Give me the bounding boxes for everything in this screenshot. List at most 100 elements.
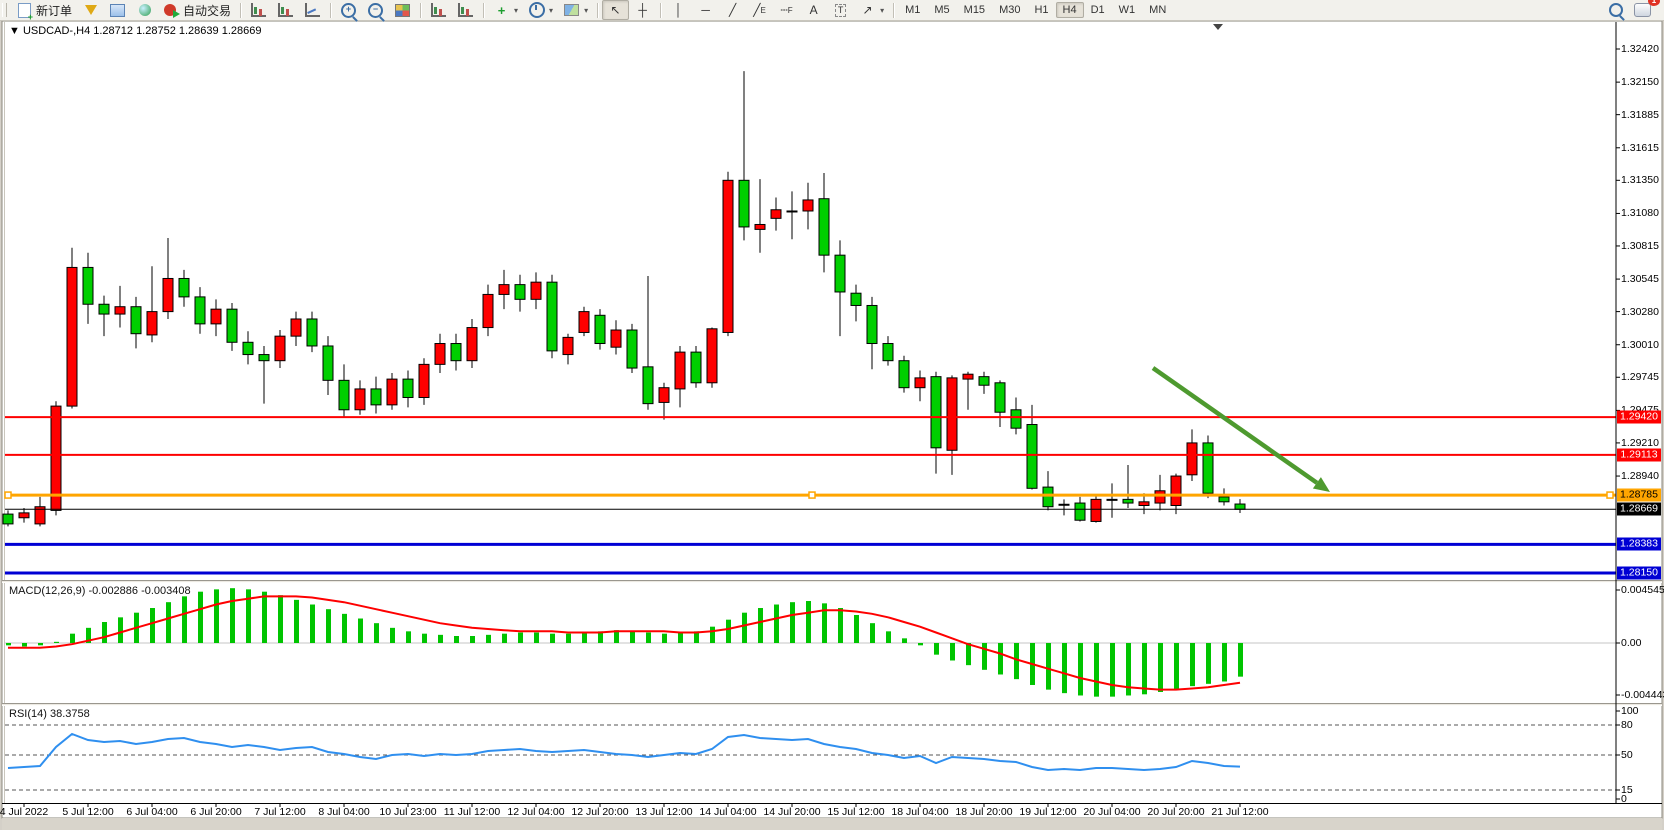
funnel-icon — [82, 2, 99, 18]
chart-shift-button[interactable] — [452, 0, 479, 20]
macd-histogram-bar — [566, 634, 571, 643]
candle-body — [691, 352, 701, 383]
candle-body — [867, 305, 877, 343]
candle-body — [83, 267, 93, 304]
time-axis-label: 13 Jul 12:00 — [635, 806, 692, 818]
candlestick-chart-button[interactable] — [272, 0, 299, 20]
macd-histogram-bar — [294, 600, 299, 643]
line-handle[interactable] — [809, 492, 815, 498]
candle-body — [547, 282, 557, 351]
candle-body — [1123, 499, 1133, 503]
price-marker-label[interactable]: 1.28150 — [1617, 566, 1661, 579]
news-button[interactable] — [131, 0, 158, 20]
text-tool-button[interactable]: A — [800, 0, 827, 20]
arrows-tool-button[interactable]: ↗▾ — [854, 0, 889, 20]
tile-windows-button[interactable] — [389, 0, 416, 20]
candle-body — [1203, 443, 1213, 493]
timeframe-button-M15[interactable]: M15 — [957, 2, 992, 18]
price-marker-label[interactable]: 1.28785 — [1617, 489, 1661, 502]
terminal-button[interactable] — [104, 0, 131, 20]
price-marker-label[interactable]: 1.29420 — [1617, 411, 1661, 424]
auto-trading-button[interactable]: 自动交易 — [158, 0, 236, 21]
timeframe-button-D1[interactable]: D1 — [1084, 2, 1112, 18]
candle-body — [835, 255, 845, 292]
candle-body — [451, 344, 461, 361]
notification-badge: 1 — [1648, 0, 1660, 6]
line-handle[interactable] — [5, 492, 11, 498]
timeframe-button-W1[interactable]: W1 — [1112, 2, 1143, 18]
macd-histogram-bar — [214, 589, 219, 643]
channel-tool-button[interactable]: ╱E — [746, 0, 773, 20]
auto-scroll-button[interactable] — [425, 0, 452, 20]
candle-body — [1187, 443, 1197, 475]
indicators-button[interactable]: +▾ — [488, 0, 523, 20]
auto-trading-label: 自动交易 — [183, 2, 231, 19]
bar-chart-button[interactable] — [245, 0, 272, 20]
macd-histogram-bar — [854, 615, 859, 643]
line-chart-button[interactable] — [299, 0, 326, 20]
trendline-tool-button[interactable]: ╱ — [719, 0, 746, 20]
macd-histogram-bar — [22, 643, 27, 646]
notifications-button[interactable]: 1 — [1629, 0, 1656, 20]
crosshair-tool-button[interactable]: ┼ — [629, 0, 656, 20]
timeframe-button-H4[interactable]: H4 — [1056, 2, 1084, 18]
candle-body — [515, 285, 525, 300]
timeframe-button-M5[interactable]: M5 — [927, 2, 956, 18]
candle-body — [979, 377, 989, 386]
macd-histogram-bar — [358, 619, 363, 643]
time-axis-label: 14 Jul 04:00 — [699, 806, 756, 818]
price-marker-label[interactable]: 1.29113 — [1617, 448, 1661, 461]
macd-histogram-bar — [54, 642, 59, 643]
candle-body — [531, 282, 541, 299]
price-axis-tick-label: 1.31080 — [1621, 207, 1659, 219]
zoom-out-button[interactable]: − — [362, 0, 389, 20]
chevron-down-icon: ▾ — [549, 6, 553, 15]
vertical-line-tool-button[interactable]: │ — [665, 0, 692, 20]
equidistant-channel-icon: ╱E — [751, 2, 768, 18]
price-axis-tick-label: 1.32420 — [1621, 43, 1659, 55]
time-axis-label: 6 Jul 04:00 — [126, 806, 177, 818]
templates-button[interactable]: ▾ — [558, 0, 593, 20]
trendline-icon: ╱ — [724, 2, 741, 18]
candlestick-chart[interactable] — [0, 0, 1664, 830]
candle-body — [771, 210, 781, 219]
price-axis-tick-label: 1.32150 — [1621, 76, 1659, 88]
candle-body — [99, 304, 109, 314]
text-label-tool-button[interactable]: T — [827, 0, 854, 20]
horizontal-line-tool-button[interactable]: ─ — [692, 0, 719, 20]
macd-histogram-bar — [1222, 643, 1227, 681]
macd-histogram-bar — [150, 608, 155, 643]
zoom-in-button[interactable]: + — [335, 0, 362, 20]
candle-body — [131, 307, 141, 334]
line-chart-icon — [304, 2, 321, 18]
candle-body — [755, 224, 765, 229]
candle-body — [403, 379, 413, 397]
macd-histogram-bar — [1078, 643, 1083, 695]
candle-body — [915, 378, 925, 388]
candle-body — [627, 330, 637, 368]
macd-histogram-bar — [1046, 643, 1051, 690]
candle-body — [579, 312, 589, 333]
cursor-tool-button[interactable]: ↖ — [602, 0, 629, 20]
timeframe-button-H1[interactable]: H1 — [1027, 2, 1055, 18]
timeframe-button-M30[interactable]: M30 — [992, 2, 1027, 18]
new-order-button[interactable]: 新订单 — [11, 0, 77, 21]
timeframe-button-MN[interactable]: MN — [1142, 2, 1173, 18]
macd-histogram-bar — [1238, 643, 1243, 677]
candle-body — [227, 309, 237, 342]
current-price-label: 1.28669 — [1617, 503, 1661, 516]
macd-histogram-bar — [998, 643, 1003, 674]
candle-body — [803, 200, 813, 211]
candle-body — [435, 344, 445, 365]
periods-button[interactable]: ▾ — [523, 0, 558, 20]
alerts-button[interactable] — [77, 0, 104, 20]
fibonacci-tool-button[interactable]: ┄F — [773, 0, 800, 20]
timeframe-button-M1[interactable]: M1 — [898, 2, 927, 18]
macd-histogram-bar — [38, 643, 43, 645]
search-button[interactable] — [1602, 0, 1629, 20]
macd-histogram-bar — [662, 634, 667, 643]
candle-body — [3, 514, 13, 524]
line-handle[interactable] — [1607, 492, 1613, 498]
candle-body — [739, 180, 749, 227]
price-marker-label[interactable]: 1.28383 — [1617, 538, 1661, 551]
